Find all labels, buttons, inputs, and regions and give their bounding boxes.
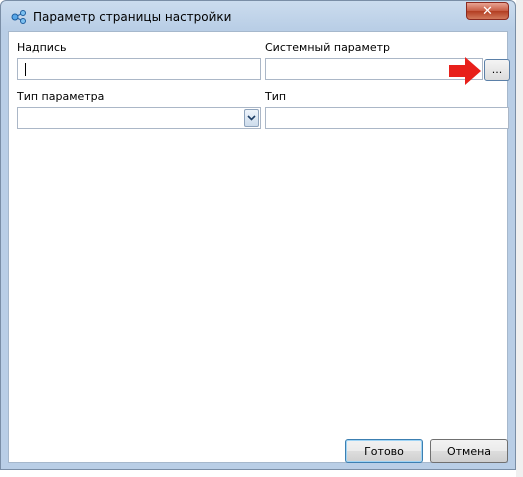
- background-app-edge: [516, 0, 523, 477]
- chevron-down-icon: [247, 115, 256, 121]
- param-type-label: Тип параметра: [17, 90, 105, 103]
- settings-nodes-icon: [11, 10, 26, 24]
- type-label: Тип: [265, 90, 287, 103]
- close-button[interactable]: ✕: [466, 2, 509, 20]
- settings-page-parameter-dialog: Параметр страницы настройки ✕ Надпись Си…: [0, 0, 516, 470]
- browse-button-label: ...: [491, 63, 503, 76]
- cancel-button[interactable]: Отмена: [430, 439, 508, 463]
- system-param-label: Системный параметр: [265, 41, 390, 54]
- red-arrow-icon: [449, 57, 481, 85]
- caption-label: Надпись: [17, 41, 67, 54]
- ok-button[interactable]: Готово: [345, 439, 423, 463]
- window-title: Параметр страницы настройки: [33, 10, 232, 24]
- close-icon: ✕: [482, 3, 493, 19]
- title-bar[interactable]: Параметр страницы настройки ✕: [1, 1, 515, 31]
- caption-input[interactable]: [17, 58, 261, 80]
- param-type-select[interactable]: [17, 107, 261, 129]
- text-cursor: [25, 63, 26, 76]
- browse-system-param-button[interactable]: ...: [484, 59, 510, 81]
- param-type-dropdown-button[interactable]: [244, 109, 259, 127]
- type-input[interactable]: [265, 107, 509, 129]
